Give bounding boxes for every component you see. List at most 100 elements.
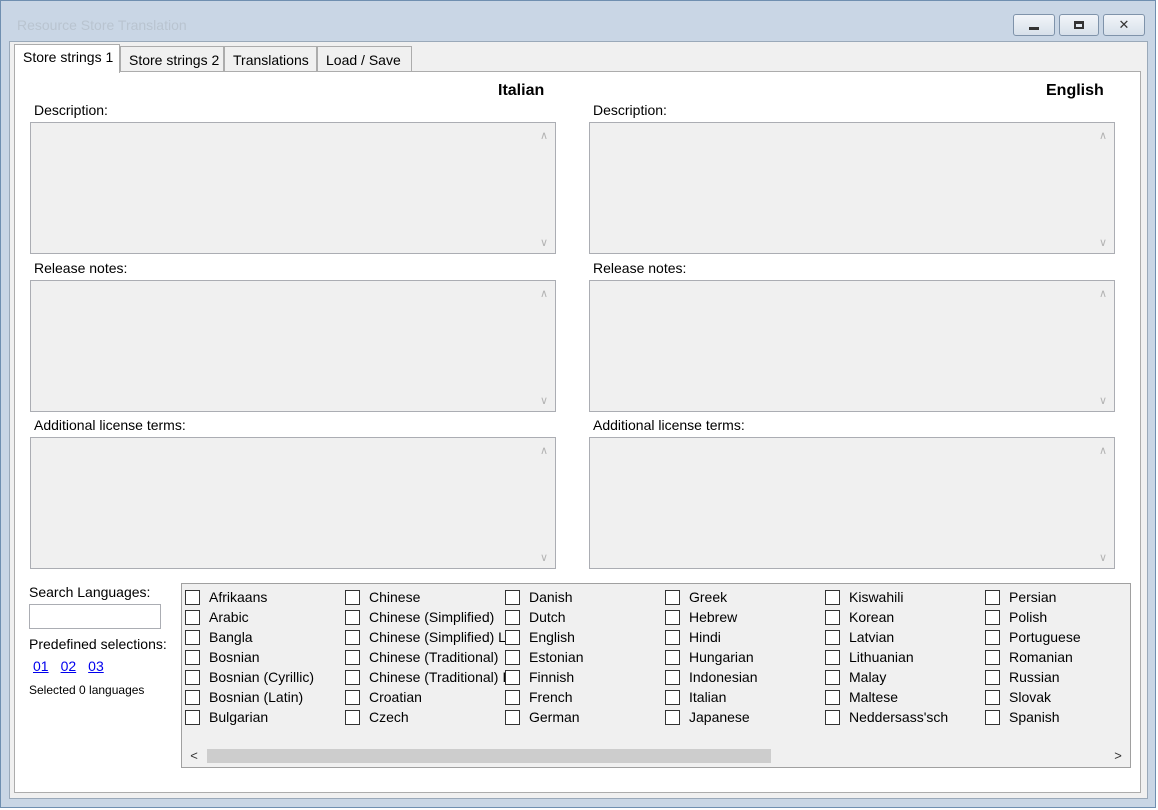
checkbox[interactable] [665, 649, 680, 665]
checkbox[interactable] [505, 609, 520, 625]
checkbox[interactable] [825, 649, 840, 665]
checkbox[interactable] [985, 689, 1000, 705]
language-checkbox-item[interactable]: German [505, 707, 583, 727]
checkbox[interactable] [345, 689, 360, 705]
language-checkbox-item[interactable]: Estonian [505, 647, 583, 667]
language-checkbox-item[interactable]: Chinese (Simplified) L [345, 627, 506, 647]
tab-translations[interactable]: Translations [224, 46, 317, 72]
language-checkbox-item[interactable]: Chinese (Traditional) [345, 647, 506, 667]
language-checkbox-item[interactable]: Russian [985, 667, 1081, 687]
checkbox[interactable] [345, 629, 360, 645]
language-checkbox-item[interactable]: Japanese [665, 707, 758, 727]
language-checkbox-item[interactable]: Romanian [985, 647, 1081, 667]
checkbox[interactable] [185, 669, 200, 685]
checkbox[interactable] [505, 709, 520, 725]
maximize-button[interactable] [1059, 14, 1099, 36]
checkbox[interactable] [185, 609, 200, 625]
release-notes-textbox-right[interactable]: ∧ ∨ [589, 280, 1115, 412]
checkbox[interactable] [345, 589, 360, 605]
checkbox[interactable] [185, 649, 200, 665]
checkbox[interactable] [985, 669, 1000, 685]
language-checkbox-item[interactable]: Bosnian (Cyrillic) [185, 667, 314, 687]
checkbox[interactable] [985, 589, 1000, 605]
checkbox[interactable] [505, 669, 520, 685]
language-checkbox-item[interactable]: Afrikaans [185, 587, 314, 607]
checkbox[interactable] [825, 629, 840, 645]
checkbox[interactable] [825, 609, 840, 625]
language-checkbox-item[interactable]: Indonesian [665, 667, 758, 687]
language-checkbox-item[interactable]: Hindi [665, 627, 758, 647]
horizontal-scrollbar[interactable]: < > [183, 746, 1129, 766]
title-bar[interactable]: Resource Store Translation ✕ [1, 1, 1155, 41]
description-textbox-right[interactable]: ∧ ∨ [589, 122, 1115, 254]
language-checkbox-item[interactable]: Czech [345, 707, 506, 727]
checkbox[interactable] [185, 589, 200, 605]
license-terms-textbox-left[interactable]: ∧ ∨ [30, 437, 556, 569]
language-checkbox-item[interactable]: French [505, 687, 583, 707]
checkbox[interactable] [665, 589, 680, 605]
license-terms-textbox-right[interactable]: ∧ ∨ [589, 437, 1115, 569]
vertical-scrollbar[interactable]: ∧ ∨ [1092, 438, 1114, 568]
checkbox[interactable] [985, 609, 1000, 625]
predefined-link-03[interactable]: 03 [88, 658, 104, 674]
vertical-scrollbar[interactable]: ∧ ∨ [1092, 123, 1114, 253]
language-checkbox-item[interactable]: Slovak [985, 687, 1081, 707]
language-checkbox-item[interactable]: Chinese (Simplified) [345, 607, 506, 627]
language-checkbox-item[interactable]: Hungarian [665, 647, 758, 667]
checkbox[interactable] [825, 709, 840, 725]
language-checkbox-item[interactable]: Dutch [505, 607, 583, 627]
release-notes-textbox-left[interactable]: ∧ ∨ [30, 280, 556, 412]
checkbox[interactable] [665, 629, 680, 645]
checkbox[interactable] [665, 669, 680, 685]
vertical-scrollbar[interactable]: ∧ ∨ [533, 281, 555, 411]
language-checkbox-item[interactable]: Lithuanian [825, 647, 948, 667]
checkbox[interactable] [345, 609, 360, 625]
language-checkbox-item[interactable]: Latvian [825, 627, 948, 647]
checkbox[interactable] [985, 709, 1000, 725]
scroll-thumb[interactable] [207, 749, 771, 763]
checkbox[interactable] [185, 629, 200, 645]
language-checkbox-item[interactable]: Danish [505, 587, 583, 607]
checkbox[interactable] [505, 589, 520, 605]
minimize-button[interactable] [1013, 14, 1055, 36]
tab-store-strings-1[interactable]: Store strings 1 [14, 44, 120, 73]
checkbox[interactable] [665, 709, 680, 725]
language-checkbox-item[interactable]: Bosnian [185, 647, 314, 667]
checkbox[interactable] [825, 689, 840, 705]
checkbox[interactable] [665, 689, 680, 705]
language-checkbox-item[interactable]: Polish [985, 607, 1081, 627]
language-checkbox-item[interactable]: Spanish [985, 707, 1081, 727]
language-checkbox-item[interactable]: Finnish [505, 667, 583, 687]
language-checkbox-item[interactable]: Italian [665, 687, 758, 707]
checkbox[interactable] [825, 589, 840, 605]
checkbox[interactable] [985, 629, 1000, 645]
language-checkbox-item[interactable]: Chinese [345, 587, 506, 607]
language-checkbox-item[interactable]: English [505, 627, 583, 647]
scroll-left-icon[interactable]: < [185, 748, 203, 763]
checkbox[interactable] [345, 669, 360, 685]
language-checkbox-item[interactable]: Croatian [345, 687, 506, 707]
checkbox[interactable] [505, 649, 520, 665]
vertical-scrollbar[interactable]: ∧ ∨ [1092, 281, 1114, 411]
language-checkbox-item[interactable]: Hebrew [665, 607, 758, 627]
language-checkbox-item[interactable]: Maltese [825, 687, 948, 707]
tab-load-save[interactable]: Load / Save [317, 46, 412, 72]
predefined-link-01[interactable]: 01 [33, 658, 49, 674]
checkbox[interactable] [985, 649, 1000, 665]
language-checkbox-item[interactable]: Bangla [185, 627, 314, 647]
language-checkbox-item[interactable]: Arabic [185, 607, 314, 627]
checkbox[interactable] [505, 689, 520, 705]
language-checkbox-item[interactable]: Persian [985, 587, 1081, 607]
language-checkbox-item[interactable]: Greek [665, 587, 758, 607]
language-checkbox-item[interactable]: Chinese (Traditional) I [345, 667, 506, 687]
checkbox[interactable] [345, 649, 360, 665]
language-checkbox-item[interactable]: Neddersass'sch [825, 707, 948, 727]
language-checkbox-item[interactable]: Bosnian (Latin) [185, 687, 314, 707]
language-checkbox-item[interactable]: Kiswahili [825, 587, 948, 607]
language-checkbox-item[interactable]: Bulgarian [185, 707, 314, 727]
checkbox[interactable] [665, 609, 680, 625]
vertical-scrollbar[interactable]: ∧ ∨ [533, 438, 555, 568]
close-button[interactable]: ✕ [1103, 14, 1145, 36]
language-checkbox-item[interactable]: Malay [825, 667, 948, 687]
checkbox[interactable] [185, 709, 200, 725]
